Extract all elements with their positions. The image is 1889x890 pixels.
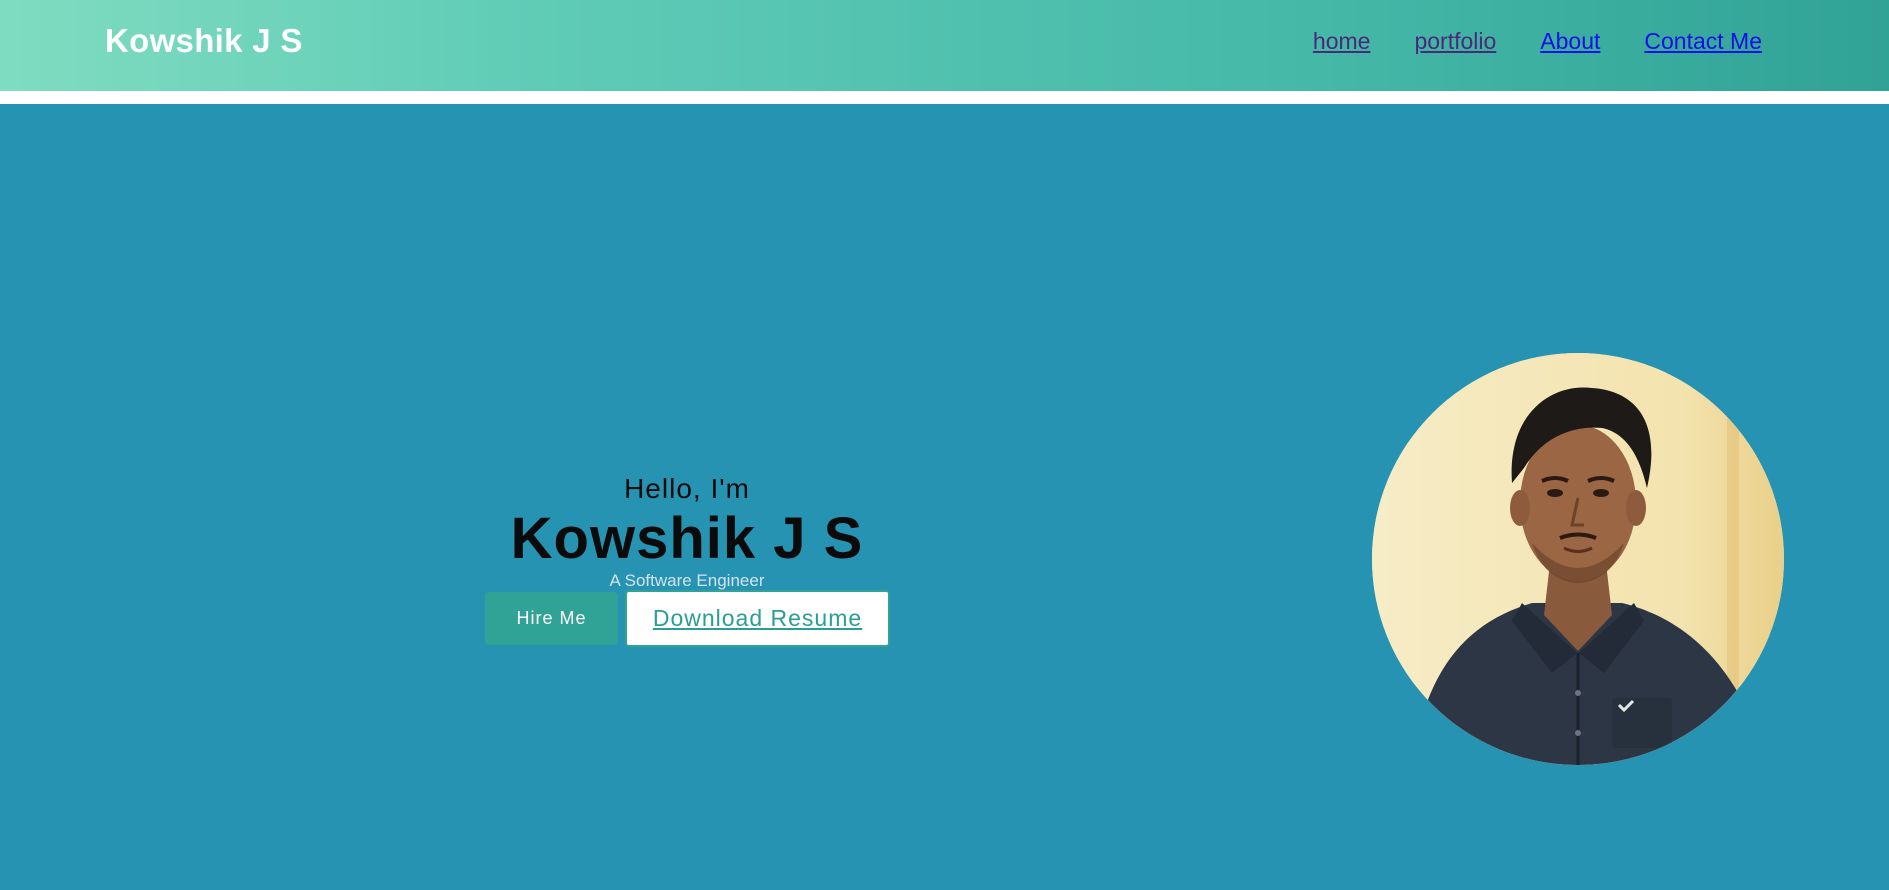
hero-greeting: Hello, I'm [624, 473, 750, 504]
profile-photo [1372, 353, 1784, 765]
nav-link-contact[interactable]: Contact Me [1644, 28, 1762, 55]
nav-link-about[interactable]: About [1540, 28, 1600, 55]
hire-me-button[interactable]: Hire Me [485, 592, 618, 645]
nav-link-portfolio[interactable]: portfolio [1414, 28, 1496, 55]
hero-role: A Software Engineer [609, 571, 765, 590]
download-resume-button[interactable]: Download Resume [625, 590, 890, 647]
main-nav: home portfolio About Contact Me [1313, 28, 1762, 55]
site-header: Kowshik J S home portfolio About Contact… [0, 0, 1889, 91]
profile-photo-illustration [1372, 353, 1784, 765]
hero-name: Kowshik J S [510, 506, 864, 571]
nav-link-home[interactable]: home [1313, 28, 1371, 55]
brand-logo-text[interactable]: Kowshik J S [105, 22, 303, 60]
hero-section: Hello, I'm Kowshik J S A Software Engine… [0, 104, 1889, 890]
